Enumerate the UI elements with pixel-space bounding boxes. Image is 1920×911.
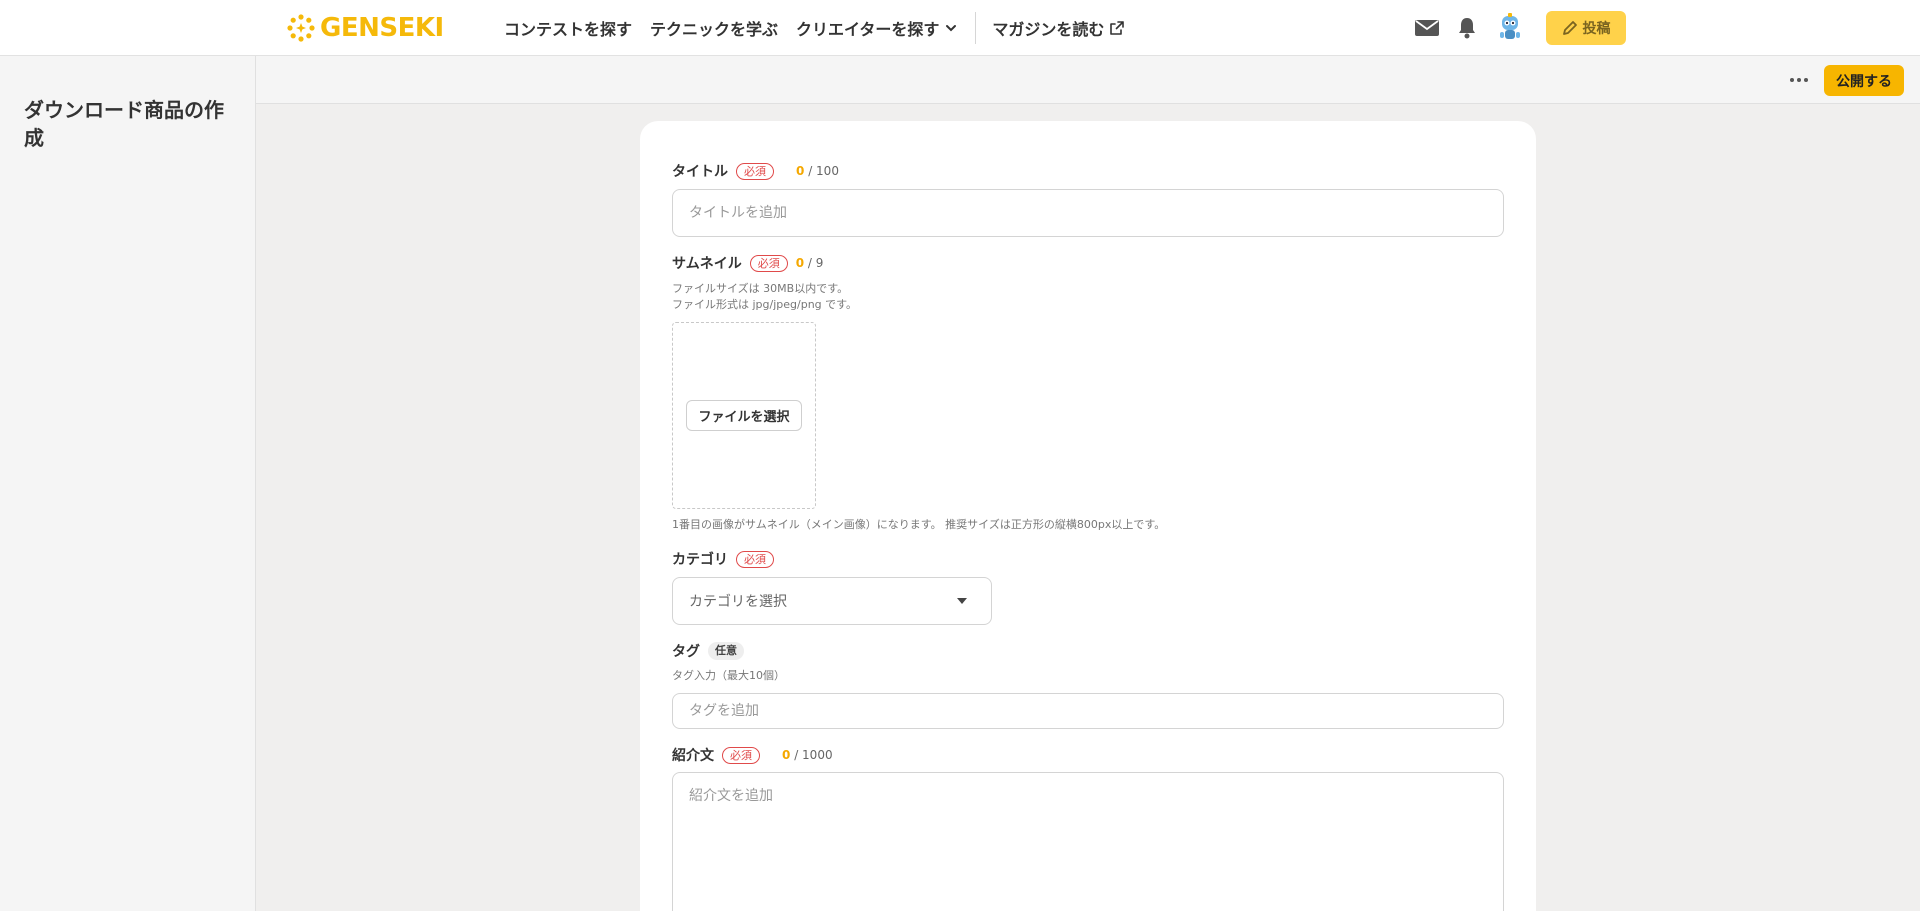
- nav-contests[interactable]: コンテストを探す: [504, 16, 632, 40]
- post-button[interactable]: 投稿: [1546, 11, 1626, 45]
- optional-badge: 任意: [708, 642, 744, 660]
- nav-contests-label: コンテストを探す: [504, 20, 633, 39]
- thumbnail-label: サムネイル: [672, 256, 742, 272]
- title-label-row: タイトル 必須 0 / 100: [672, 161, 839, 181]
- more-dot-icon: [1790, 78, 1794, 82]
- chevron-down-icon: [946, 25, 957, 32]
- tags-label: タグ: [672, 644, 700, 660]
- thumbnail-help-size: ファイルサイズは 30MB以内です。: [672, 282, 849, 295]
- tags-input[interactable]: [672, 693, 1504, 729]
- page-title: ダウンロード商品の作成: [24, 98, 224, 150]
- bell-icon[interactable]: [1454, 15, 1480, 41]
- genseki-logo[interactable]: GENSEKI: [286, 13, 444, 43]
- header-actions: 投稿: [1414, 0, 1626, 56]
- more-options-button[interactable]: [1784, 66, 1814, 94]
- title-max: / 100: [808, 164, 839, 178]
- description-label-row: 紹介文 必須 0 / 1000: [672, 745, 833, 765]
- title-label: タイトル: [672, 164, 728, 180]
- category-label: カテゴリ: [672, 552, 728, 568]
- left-sidebar: ダウンロード商品の作成: [0, 56, 256, 911]
- external-link-icon: [1110, 21, 1125, 35]
- logo-text: GENSEKI: [320, 13, 444, 43]
- more-dot-icon: [1804, 78, 1808, 82]
- category-select-value: カテゴリを選択: [689, 594, 787, 610]
- mail-icon[interactable]: [1414, 15, 1440, 41]
- nav-divider: [975, 12, 977, 44]
- required-badge: 必須: [736, 162, 774, 180]
- pencil-icon: [1562, 21, 1577, 35]
- nav-techniques-label: テクニックを学ぶ: [650, 20, 779, 39]
- logo-sparkle-icon: [287, 14, 315, 42]
- title-input[interactable]: [672, 189, 1504, 237]
- description-textarea[interactable]: [672, 772, 1504, 911]
- nav-techniques[interactable]: テクニックを学ぶ: [650, 16, 778, 40]
- thumbnail-help: ファイルサイズは 30MB以内です。 ファイル形式は jpg/jpeg/png …: [672, 281, 857, 313]
- nav-magazine[interactable]: マガジンを読む: [992, 16, 1125, 40]
- thumbnail-note: 1番目の画像がサムネイル（メイン画像）になります。 推奨サイズは正方形の縦横80…: [672, 518, 1166, 531]
- required-badge: 必須: [749, 254, 788, 272]
- title-counter: 0 / 100: [796, 164, 839, 178]
- category-label-row: カテゴリ 必須: [672, 549, 774, 569]
- more-dot-icon: [1797, 78, 1801, 82]
- thumbnail-counter: 0 / 9: [796, 256, 824, 270]
- main-nav: コンテストを探す テクニックを学ぶ クリエイターを探す マガジンを読む: [504, 0, 1142, 56]
- tags-label-row: タグ 任意: [672, 641, 744, 661]
- user-avatar[interactable]: [1496, 13, 1524, 43]
- required-badge: 必須: [736, 550, 774, 568]
- thumbnail-label-row: サムネイル 必須 0 / 9: [672, 253, 823, 273]
- description-count: 0: [782, 748, 791, 762]
- product-form: タイトル 必須 0 / 100 サムネイル 必須 0 / 9 ファイルサイズは …: [640, 121, 1536, 911]
- thumbnail-max: / 9: [807, 256, 824, 270]
- thumbnail-dropzone[interactable]: ファイルを選択: [672, 322, 816, 509]
- description-label: 紹介文: [672, 748, 714, 764]
- global-header: GENSEKI コンテストを探す テクニックを学ぶ クリエイターを探す マガジン…: [0, 0, 1920, 56]
- caret-down-icon: [957, 598, 967, 604]
- thumbnail-count: 0: [795, 256, 805, 270]
- category-select[interactable]: カテゴリを選択: [672, 577, 992, 625]
- title-count: 0: [796, 164, 805, 178]
- nav-magazine-label: マガジンを読む: [992, 20, 1105, 39]
- thumbnail-help-format: ファイル形式は jpg/jpeg/png です。: [672, 298, 858, 311]
- file-select-button[interactable]: ファイルを選択: [686, 400, 802, 431]
- description-counter: 0 / 1000: [782, 748, 833, 762]
- publish-button[interactable]: 公開する: [1824, 65, 1904, 96]
- tags-help: タグ入力（最大10個）: [672, 669, 785, 682]
- nav-creators[interactable]: クリエイターを探す: [796, 16, 957, 40]
- description-max: / 1000: [794, 748, 833, 762]
- required-badge: 必須: [722, 746, 760, 764]
- editor-toolbar: 公開する: [256, 56, 1920, 104]
- post-button-label: 投稿: [1582, 21, 1611, 37]
- nav-creators-label: クリエイターを探す: [796, 20, 940, 39]
